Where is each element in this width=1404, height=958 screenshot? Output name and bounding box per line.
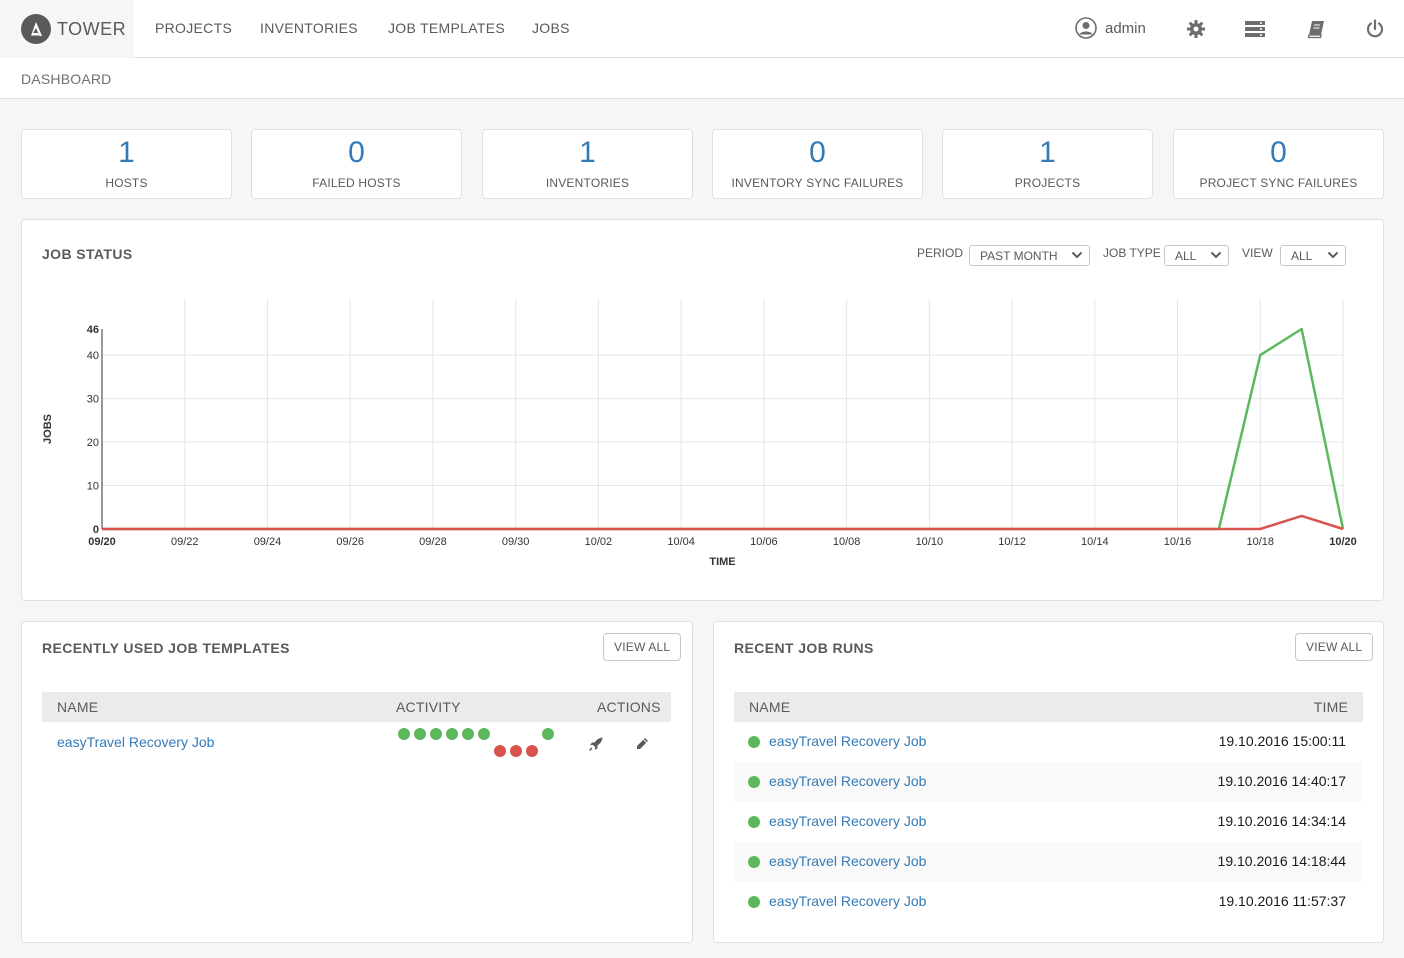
chart-y-tick-label: 0 bbox=[93, 524, 99, 536]
chart-y-tick-label: 20 bbox=[87, 437, 99, 449]
activity-success-dot[interactable] bbox=[462, 728, 474, 740]
table-row: easyTravel Recovery Job 19.10.2016 14:18… bbox=[734, 842, 1361, 882]
runs-view-all-button[interactable]: VIEW ALL bbox=[1295, 633, 1374, 661]
activity-failed-dot[interactable] bbox=[510, 745, 522, 757]
runs-list: easyTravel Recovery Job 19.10.2016 15:00… bbox=[733, 722, 1362, 922]
chart-x-tick-label: 10/18 bbox=[1247, 536, 1275, 548]
col-name: NAME bbox=[57, 699, 99, 715]
job-run-time: 19.10.2016 14:40:17 bbox=[1217, 773, 1346, 789]
table-row: easyTravel Recovery Job 19.10.2016 14:40… bbox=[734, 762, 1361, 802]
template-link[interactable]: easyTravel Recovery Job bbox=[57, 734, 214, 750]
chart-x-tick-label: 10/16 bbox=[1164, 536, 1192, 548]
chart-x-tick-label: 10/02 bbox=[585, 536, 613, 548]
chart-y-tick-label: 40 bbox=[87, 350, 99, 362]
chart-x-tick-label: 10/06 bbox=[750, 536, 778, 548]
activity-dots bbox=[398, 728, 558, 758]
chart-series-line-failed bbox=[102, 514, 1344, 531]
templates-view-all-button[interactable]: VIEW ALL bbox=[603, 633, 682, 661]
col-actions: ACTIONS bbox=[597, 699, 661, 715]
templates-table-header: NAME ACTIVITY ACTIONS bbox=[42, 692, 671, 722]
chart-x-tick-label: 10/10 bbox=[916, 536, 944, 548]
chart-series-line-successful bbox=[102, 327, 1345, 531]
chart-x-tick-label: 09/28 bbox=[419, 536, 447, 548]
rocket-icon[interactable] bbox=[588, 736, 604, 757]
job-run-time: 19.10.2016 14:18:44 bbox=[1217, 853, 1346, 869]
chart-x-tick-label: 09/30 bbox=[502, 536, 530, 548]
chart-x-tick-label: 10/20 bbox=[1329, 536, 1357, 548]
job-run-link[interactable]: easyTravel Recovery Job bbox=[769, 773, 926, 789]
recent-runs-title: RECENT JOB RUNS bbox=[734, 640, 874, 656]
table-row: easyTravel Recovery Job 19.10.2016 14:34… bbox=[734, 802, 1361, 842]
chart-y-tick-label: 10 bbox=[87, 481, 99, 493]
chart-y-tick-label: 46 bbox=[87, 324, 99, 336]
chart-x-tick-label: 10/14 bbox=[1081, 536, 1109, 548]
recent-templates-title: RECENTLY USED JOB TEMPLATES bbox=[42, 640, 290, 656]
table-row: easyTravel Recovery Job 19.10.2016 11:57… bbox=[734, 882, 1361, 922]
chart-x-tick-label: 10/08 bbox=[833, 536, 861, 548]
status-success-dot bbox=[748, 856, 760, 868]
recent-templates-panel: RECENTLY USED JOB TEMPLATES VIEW ALL NAM… bbox=[21, 621, 693, 943]
recent-runs-panel: RECENT JOB RUNS VIEW ALL NAME TIME easyT… bbox=[713, 621, 1384, 943]
activity-success-dot[interactable] bbox=[446, 728, 458, 740]
job-run-time: 19.10.2016 15:00:11 bbox=[1218, 733, 1346, 749]
col-name: NAME bbox=[749, 699, 791, 715]
job-run-time: 19.10.2016 11:57:37 bbox=[1218, 893, 1346, 909]
chart-y-axis-label: JOBS bbox=[42, 414, 54, 444]
job-run-link[interactable]: easyTravel Recovery Job bbox=[769, 893, 926, 909]
col-activity: ACTIVITY bbox=[396, 699, 461, 715]
table-row: easyTravel Recovery Job bbox=[42, 722, 671, 762]
runs-table-header: NAME TIME bbox=[734, 692, 1363, 722]
table-row: easyTravel Recovery Job 19.10.2016 15:00… bbox=[734, 722, 1361, 762]
job-run-link[interactable]: easyTravel Recovery Job bbox=[769, 733, 926, 749]
pencil-icon[interactable] bbox=[634, 736, 650, 757]
job-run-link[interactable]: easyTravel Recovery Job bbox=[769, 853, 926, 869]
job-run-time: 19.10.2016 14:34:14 bbox=[1217, 813, 1346, 829]
chart-x-tick-label: 09/22 bbox=[171, 536, 199, 548]
activity-success-dot[interactable] bbox=[414, 728, 426, 740]
status-success-dot bbox=[748, 776, 760, 788]
chart-x-tick-label: 09/26 bbox=[336, 536, 364, 548]
job-run-link[interactable]: easyTravel Recovery Job bbox=[769, 813, 926, 829]
col-time: TIME bbox=[1313, 699, 1348, 715]
chart-x-tick-label: 10/12 bbox=[998, 536, 1026, 548]
status-success-dot bbox=[748, 736, 760, 748]
activity-failed-dot[interactable] bbox=[494, 745, 506, 757]
activity-success-dot[interactable] bbox=[542, 728, 554, 740]
status-success-dot bbox=[748, 816, 760, 828]
status-success-dot bbox=[748, 896, 760, 908]
activity-failed-dot[interactable] bbox=[526, 745, 538, 757]
chart-x-tick-label: 09/20 bbox=[88, 536, 116, 548]
chart-x-axis-label: TIME bbox=[709, 556, 735, 568]
activity-success-dot[interactable] bbox=[478, 728, 490, 740]
chart-x-tick-label: 09/24 bbox=[254, 536, 282, 548]
activity-success-dot[interactable] bbox=[398, 728, 410, 740]
chart-x-tick-label: 10/04 bbox=[667, 536, 695, 548]
chart-y-tick-label: 30 bbox=[87, 394, 99, 406]
activity-success-dot[interactable] bbox=[430, 728, 442, 740]
